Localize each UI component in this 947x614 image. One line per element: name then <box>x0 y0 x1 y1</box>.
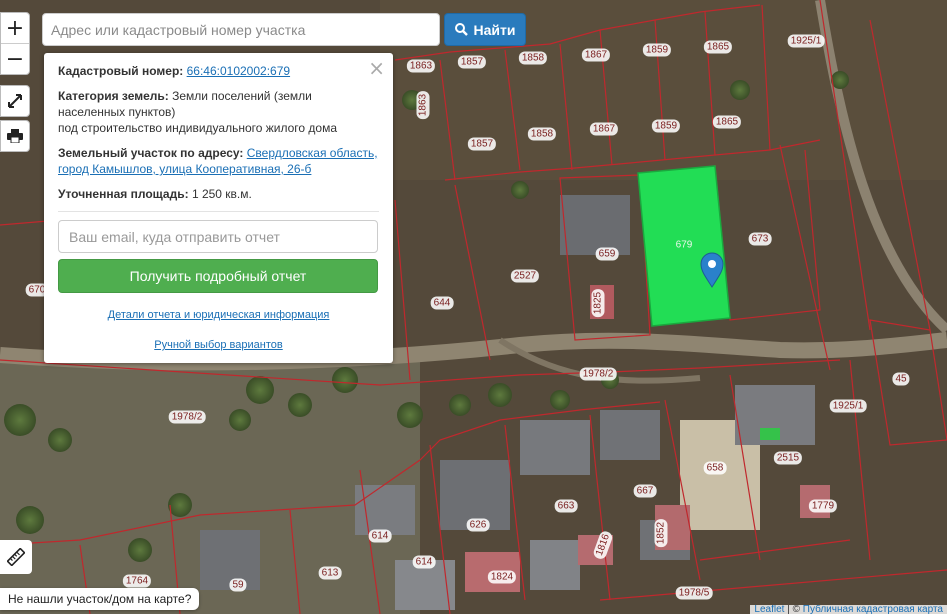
category-label: Категория земель: <box>58 89 169 103</box>
plot-number-label[interactable]: 45 <box>892 372 910 386</box>
area-value: 1 250 кв.м. <box>191 187 252 201</box>
plot-number-label[interactable]: 2527 <box>510 269 540 283</box>
close-icon[interactable]: × <box>368 56 385 80</box>
plot-number-label[interactable]: 658 <box>703 461 727 475</box>
address-label: Земельный участок по адресу: <box>58 146 244 160</box>
email-field[interactable] <box>58 220 378 253</box>
plot-number-label[interactable]: 1858 <box>527 127 557 141</box>
cadastral-label: Кадастровый номер: <box>58 64 184 78</box>
plot-number-label[interactable]: 1857 <box>467 137 497 151</box>
print-button[interactable] <box>0 120 30 152</box>
plot-number-label[interactable]: 1978/2 <box>579 367 617 381</box>
panel-divider <box>58 211 379 212</box>
manual-selection-link[interactable]: Ручной выбор вариантов <box>58 337 379 353</box>
area-row: Уточненная площадь: 1 250 кв.м. <box>58 186 379 202</box>
ruler-icon <box>7 548 25 566</box>
plot-number-label[interactable]: 1925/1 <box>829 399 867 413</box>
measure-button[interactable] <box>0 540 32 574</box>
plot-number-label[interactable]: 659 <box>595 247 619 261</box>
category-row: Категория земель: Земли поселений (земли… <box>58 88 379 136</box>
plot-number-label[interactable]: 614 <box>368 529 392 543</box>
plot-number-label[interactable]: 667 <box>633 484 657 498</box>
plot-number-label[interactable]: 1825 <box>591 288 605 318</box>
plot-number-label[interactable]: 1858 <box>518 51 548 65</box>
plot-number-label[interactable]: 1824 <box>487 570 517 584</box>
plot-number-label[interactable]: 1978/2 <box>168 410 206 424</box>
cadastral-map-link[interactable]: Публичная кадастровая карта <box>803 605 943 614</box>
fullscreen-button[interactable] <box>0 85 30 117</box>
plot-number-label[interactable]: 1925/1 <box>787 34 825 48</box>
leaflet-link[interactable]: Leaflet <box>754 605 784 614</box>
plot-number-label[interactable]: 1857 <box>457 55 487 69</box>
plot-number-label[interactable]: 679 <box>673 239 696 252</box>
plot-number-label[interactable]: 644 <box>430 296 454 310</box>
get-report-button[interactable]: Получить подробный отчет <box>58 259 378 293</box>
plot-number-label[interactable]: 673 <box>748 232 772 246</box>
plot-number-label[interactable]: 613 <box>318 566 342 580</box>
plot-number-label[interactable]: 1865 <box>712 115 742 129</box>
area-label: Уточненная площадь: <box>58 187 189 201</box>
zoom-out-button[interactable]: − <box>1 43 29 74</box>
plot-number-label[interactable]: 1859 <box>651 119 681 133</box>
plot-number-label[interactable]: 1863 <box>406 59 436 73</box>
plot-number-label[interactable]: 626 <box>466 518 490 532</box>
zoom-control: + − <box>0 12 30 75</box>
plot-number-label[interactable]: 1865 <box>703 40 733 54</box>
not-found-link[interactable]: Не нашли участок/дом на карте? <box>0 588 200 610</box>
zoom-in-button[interactable]: + <box>1 13 29 43</box>
search-icon <box>454 23 468 36</box>
plot-number-label[interactable]: 1764 <box>122 574 152 588</box>
plot-info-panel: × Кадастровый номер: 66:46:0102002:679 К… <box>44 53 393 363</box>
category-value-extra: под строительство индивидуального жилого… <box>58 121 338 135</box>
plot-number-label[interactable]: 1779 <box>808 499 838 513</box>
plot-number-label[interactable]: 1867 <box>581 48 611 62</box>
plot-number-label[interactable]: 1978/5 <box>675 586 713 600</box>
search-input[interactable] <box>42 13 440 46</box>
report-details-link[interactable]: Детали отчета и юридическая информация <box>58 307 379 323</box>
plot-number-label[interactable]: 2515 <box>773 451 803 465</box>
plot-number-label[interactable]: 1859 <box>642 43 672 57</box>
print-icon <box>7 129 23 143</box>
cadastral-number-link[interactable]: 66:46:0102002:679 <box>187 64 290 78</box>
plot-number-label[interactable]: 1867 <box>589 122 619 136</box>
cadastral-row: Кадастровый номер: 66:46:0102002:679 <box>58 63 379 79</box>
plot-number-label[interactable]: 614 <box>412 555 436 569</box>
attribution-separator: | © <box>784 605 803 614</box>
plot-number-label[interactable]: 59 <box>229 578 247 592</box>
plot-number-label[interactable]: 663 <box>554 499 578 513</box>
search-button-label: Найти <box>473 21 516 38</box>
plot-number-label[interactable]: 1852 <box>654 518 668 548</box>
address-row: Земельный участок по адресу: Свердловска… <box>58 145 379 177</box>
expand-icon <box>8 94 22 108</box>
plot-number-label[interactable]: 1863 <box>416 90 430 120</box>
search-button[interactable]: Найти <box>444 13 526 46</box>
map-attribution: Leaflet | © Публичная кадастровая карта <box>750 605 947 614</box>
